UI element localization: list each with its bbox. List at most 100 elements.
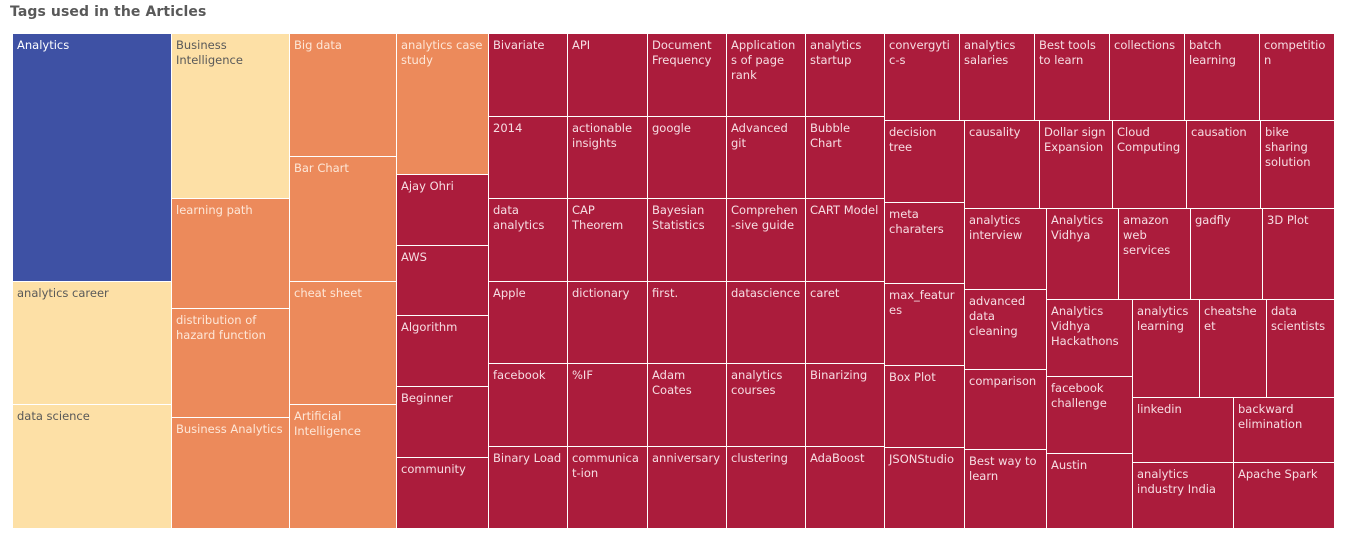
tile-anniversary[interactable]: anniversary — [648, 447, 727, 529]
tile-jsonstudio[interactable]: JSONStudio — [885, 448, 965, 529]
tile-google[interactable]: google — [648, 117, 727, 199]
tile-label: gadfly — [1195, 213, 1231, 227]
tile-cheat-sheet[interactable]: cheat sheet — [290, 282, 397, 405]
tile-facebook-challenge[interactable]: facebook challenge — [1047, 377, 1133, 454]
tile-decision-tree[interactable]: decision tree — [885, 121, 965, 203]
tile-facebook[interactable]: facebook — [489, 364, 568, 447]
tile-amazon-web-services[interactable]: amazon web services — [1119, 209, 1191, 300]
tile-label: anniversary — [652, 451, 721, 465]
tile-applications-of-page-rank[interactable]: Applications of page rank — [727, 34, 806, 117]
tile-cloud-computing[interactable]: Cloud Computing — [1113, 121, 1187, 209]
tile-2014[interactable]: 2014 — [489, 117, 568, 199]
tile-analytics-interview[interactable]: analytics interview — [965, 209, 1047, 290]
tile-best-tools-to-learn[interactable]: Best tools to learn — [1035, 34, 1110, 121]
tile-apple[interactable]: Apple — [489, 282, 568, 364]
tile-austin[interactable]: Austin — [1047, 454, 1133, 529]
tile-communicat-ion[interactable]: communicat-ion — [568, 447, 648, 529]
tile-collections[interactable]: collections — [1110, 34, 1185, 121]
tile-best-way-to-learn[interactable]: Best way to learn — [965, 450, 1047, 529]
tile-comparison[interactable]: comparison — [965, 370, 1047, 450]
tile-label: clustering — [731, 451, 788, 465]
tile-adaboost[interactable]: AdaBoost — [806, 447, 885, 529]
tile-business-analytics[interactable]: Business Analytics — [172, 418, 290, 529]
tile-label: facebook challenge — [1051, 381, 1107, 410]
tile-cheatsheet[interactable]: cheatsheet — [1200, 300, 1267, 398]
tile-distribution-of-hazard-function[interactable]: distribution of hazard function — [172, 309, 290, 418]
tile-label: linkedin — [1137, 402, 1182, 416]
tile-advanced-data-cleaning[interactable]: advanced data cleaning — [965, 290, 1047, 370]
tile-bubble-chart[interactable]: Bubble Chart — [806, 117, 885, 199]
tile-max-features[interactable]: max_features — [885, 284, 965, 366]
tile-data-analytics[interactable]: data analytics — [489, 199, 568, 282]
tile-actionable-insights[interactable]: actionable insights — [568, 117, 648, 199]
tile-adam-coates[interactable]: Adam Coates — [648, 364, 727, 447]
tile-first[interactable]: first. — [648, 282, 727, 364]
tile-label: backward elimination — [1238, 402, 1303, 431]
tile-advanced-git[interactable]: Advanced git — [727, 117, 806, 199]
tile-convergytic-s[interactable]: convergytic-s — [885, 34, 960, 121]
tile-data-science[interactable]: data science — [13, 405, 172, 529]
tile-document-frequency[interactable]: Document Frequency — [648, 34, 727, 117]
tile-business-intelligence[interactable]: Business Intelligence — [172, 34, 290, 199]
tile-label: Adam Coates — [652, 368, 692, 397]
tile-causality[interactable]: causality — [965, 121, 1040, 209]
tile-label: CAP Theorem — [572, 203, 624, 232]
tile-bar-chart[interactable]: Bar Chart — [290, 157, 397, 282]
tile-label: facebook — [493, 368, 546, 382]
tile-3d-plot[interactable]: 3D Plot — [1263, 209, 1335, 300]
tile-bivariate[interactable]: Bivariate — [489, 34, 568, 117]
tile-analytics-industry-india[interactable]: analytics industry India — [1133, 463, 1234, 529]
tile-data-scientists[interactable]: data scientists — [1267, 300, 1335, 398]
tile-cap-theorem[interactable]: CAP Theorem — [568, 199, 648, 282]
tile-label: analytics courses — [731, 368, 783, 397]
tile-algorithm[interactable]: Algorithm — [397, 316, 489, 387]
tile-label: analytics learning — [1137, 304, 1189, 333]
tile-big-data[interactable]: Big data — [290, 34, 397, 157]
tile-community[interactable]: community — [397, 458, 489, 529]
tile-datascience[interactable]: datascience — [727, 282, 806, 364]
tile-meta-charaters[interactable]: meta charaters — [885, 203, 965, 284]
tile-comprehen-sive-guide[interactable]: Comprehen-sive guide — [727, 199, 806, 282]
tile-analytics-startup[interactable]: analytics startup — [806, 34, 885, 117]
tile-box-plot[interactable]: Box Plot — [885, 366, 965, 448]
tile-dictionary[interactable]: dictionary — [568, 282, 648, 364]
tile-analytics-case-study[interactable]: analytics case study — [397, 34, 489, 175]
tile-analytics-courses[interactable]: analytics courses — [727, 364, 806, 447]
tile-analytics[interactable]: Analytics — [13, 34, 172, 282]
tile-api[interactable]: API — [568, 34, 648, 117]
tile-bike-sharing-solution[interactable]: bike sharing solution — [1261, 121, 1335, 209]
tile-backward-elimination[interactable]: backward elimination — [1234, 398, 1335, 463]
tile-label: CART Model — [810, 203, 879, 217]
tile-beginner[interactable]: Beginner — [397, 387, 489, 458]
tile-batch-learning[interactable]: batch learning — [1185, 34, 1260, 121]
tile-learning-path[interactable]: learning path — [172, 199, 290, 309]
tile-analytics-vidhya-hackathons[interactable]: Analytics Vidhya Hackathons — [1047, 300, 1133, 377]
tile-label: Bivariate — [493, 38, 545, 52]
tile-bayesian-statistics[interactable]: Bayesian Statistics — [648, 199, 727, 282]
tile-clustering[interactable]: clustering — [727, 447, 806, 529]
tile-analytics-salaries[interactable]: analytics salaries — [960, 34, 1035, 121]
tile-label: cheat sheet — [294, 286, 362, 300]
tile-label: Ajay Ohri — [401, 179, 454, 193]
tile-ajay-ohri[interactable]: Ajay Ohri — [397, 175, 489, 246]
tile-dollar-sign-expansion[interactable]: Dollar sign Expansion — [1040, 121, 1113, 209]
tile-linkedin[interactable]: linkedin — [1133, 398, 1234, 463]
tile-aws[interactable]: AWS — [397, 246, 489, 316]
tile-competition[interactable]: competition — [1260, 34, 1335, 121]
tile-cart-model[interactable]: CART Model — [806, 199, 885, 282]
tile-caret[interactable]: caret — [806, 282, 885, 364]
tile-if[interactable]: %IF — [568, 364, 648, 447]
tile-artificial-intelligence[interactable]: Artificial Intelligence — [290, 405, 397, 529]
tile-analytics-learning[interactable]: analytics learning — [1133, 300, 1200, 398]
tile-label: Artificial Intelligence — [294, 409, 361, 438]
tile-causation[interactable]: causation — [1187, 121, 1261, 209]
tile-analytics-career[interactable]: analytics career — [13, 282, 172, 405]
tile-label: Analytics Vidhya Hackathons — [1051, 304, 1119, 348]
tile-label: first. — [652, 286, 679, 300]
tile-label: decision tree — [889, 125, 937, 154]
tile-binarizing[interactable]: Binarizing — [806, 364, 885, 447]
tile-gadfly[interactable]: gadfly — [1191, 209, 1263, 300]
tile-analytics-vidhya[interactable]: Analytics Vidhya — [1047, 209, 1119, 300]
tile-apache-spark[interactable]: Apache Spark — [1234, 463, 1335, 529]
tile-binary-load[interactable]: Binary Load — [489, 447, 568, 529]
